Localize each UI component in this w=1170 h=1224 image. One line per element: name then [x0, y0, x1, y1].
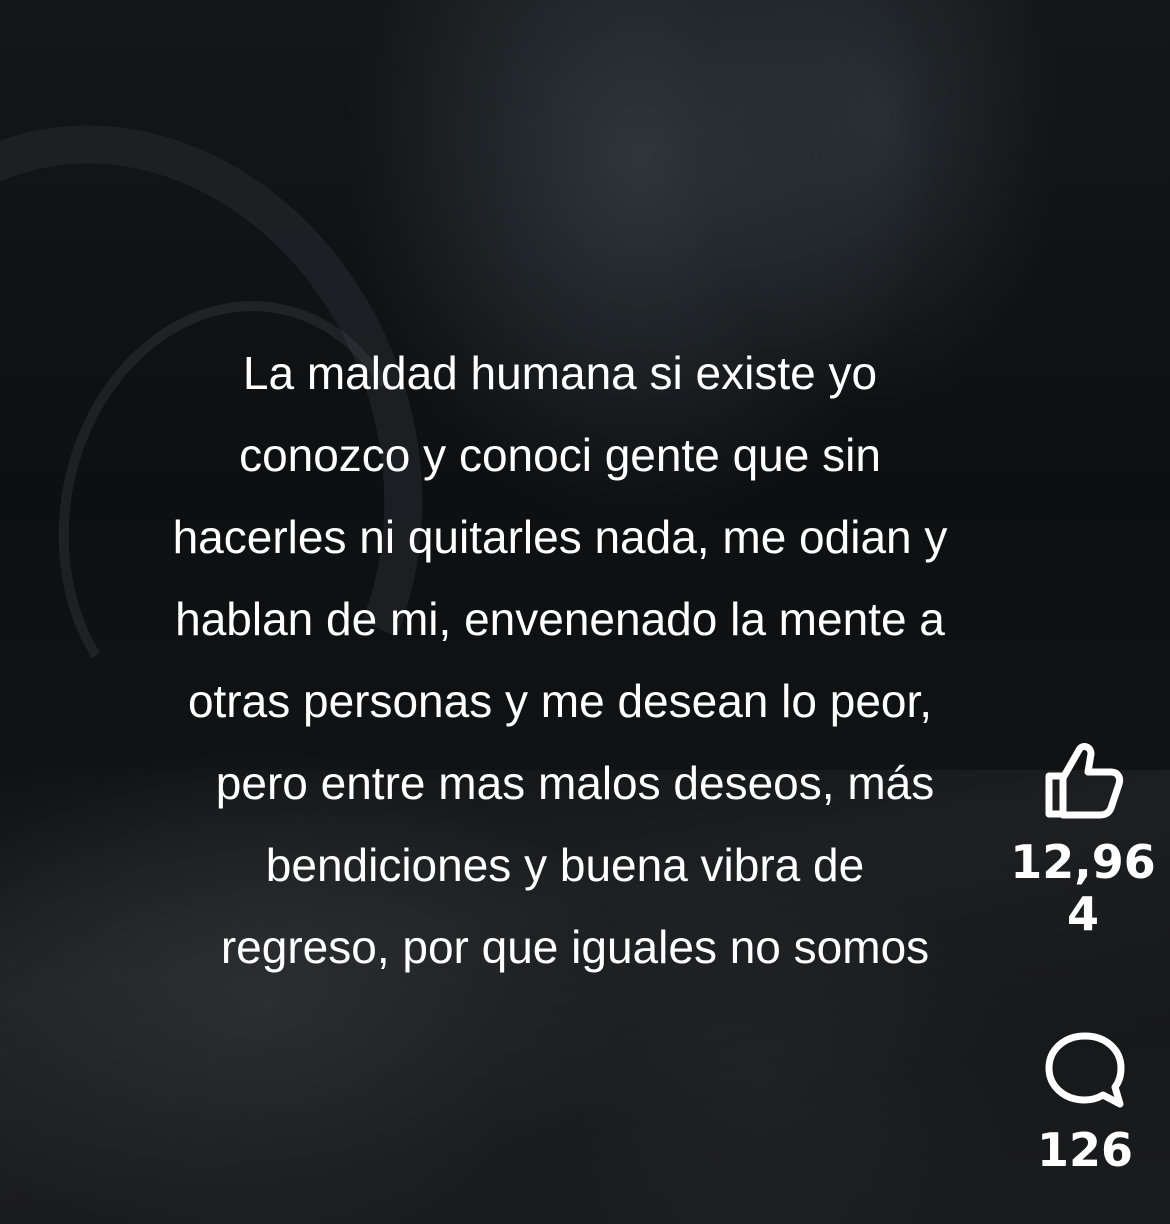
thumbs-up-icon[interactable]: [1041, 738, 1125, 822]
comment-count: 126: [1036, 1123, 1134, 1177]
caption-line: La maldad humana si existe yo: [242, 347, 878, 399]
caption-line: otras personas y me desean lo peor,: [187, 675, 933, 727]
caption-line: pero entre mas malos deseos, más: [215, 757, 935, 809]
caption-line: hacerles ni quitarles nada, me odian y: [172, 511, 948, 563]
caption-line: hablan de mi, envenenado la mente a: [175, 593, 945, 645]
video-caption: La maldad humana si existe yo conozco y …: [60, 332, 1060, 988]
caption-line: bendiciones y buena vibra de: [265, 839, 865, 891]
like-count: 12,964: [1010, 835, 1156, 941]
comment-button[interactable]: 126: [1030, 1030, 1140, 1176]
caption-line: conozco y conoci gente que sin: [239, 429, 881, 481]
video-screen: La maldad humana si existe yo conozco y …: [0, 0, 1170, 1224]
like-button[interactable]: 12,964: [1008, 738, 1158, 940]
speech-bubble-icon[interactable]: [1042, 1030, 1128, 1112]
caption-line: regreso, por que iguales no somos: [220, 921, 930, 973]
